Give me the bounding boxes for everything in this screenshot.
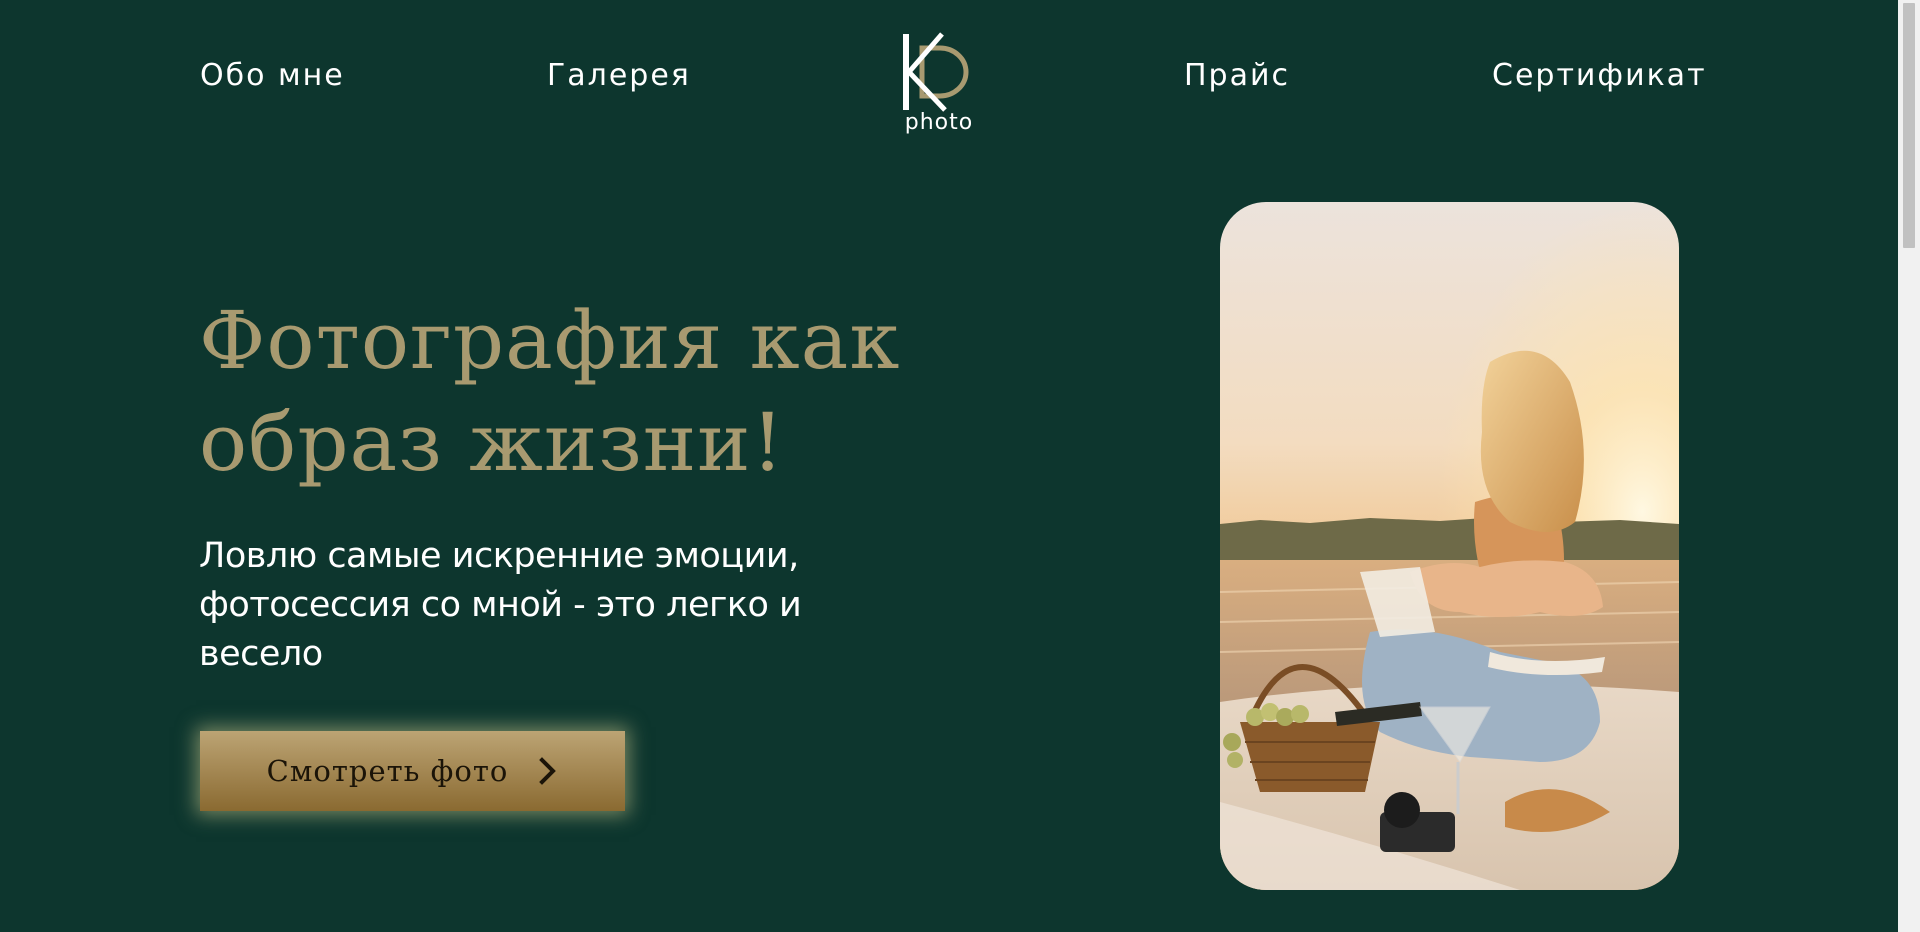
logo-mark-icon bbox=[903, 32, 969, 112]
logo[interactable]: photo bbox=[896, 30, 986, 140]
view-photos-button-label: Смотреть фото bbox=[266, 754, 509, 788]
nav-item-price[interactable]: Прайс bbox=[1184, 58, 1290, 94]
nav-item-about[interactable]: Обо мне bbox=[200, 58, 345, 94]
logo-text: photo bbox=[904, 110, 974, 135]
hero-photo bbox=[1220, 202, 1679, 890]
hero-subtitle: Ловлю самые искренние эмоции, фотосессия… bbox=[199, 536, 802, 674]
view-photos-button[interactable]: Смотреть фото bbox=[200, 731, 625, 811]
nav-item-certificate[interactable]: Сертификат bbox=[1492, 58, 1707, 94]
nav-item-gallery[interactable]: Галерея bbox=[547, 58, 691, 94]
page-scrollbar[interactable] bbox=[1898, 0, 1920, 932]
photo-image bbox=[1220, 202, 1679, 890]
scrollbar-thumb[interactable] bbox=[1903, 3, 1915, 248]
chevron-right-icon bbox=[539, 757, 557, 785]
hero-title: Фотография как образ жизни! bbox=[199, 294, 901, 489]
